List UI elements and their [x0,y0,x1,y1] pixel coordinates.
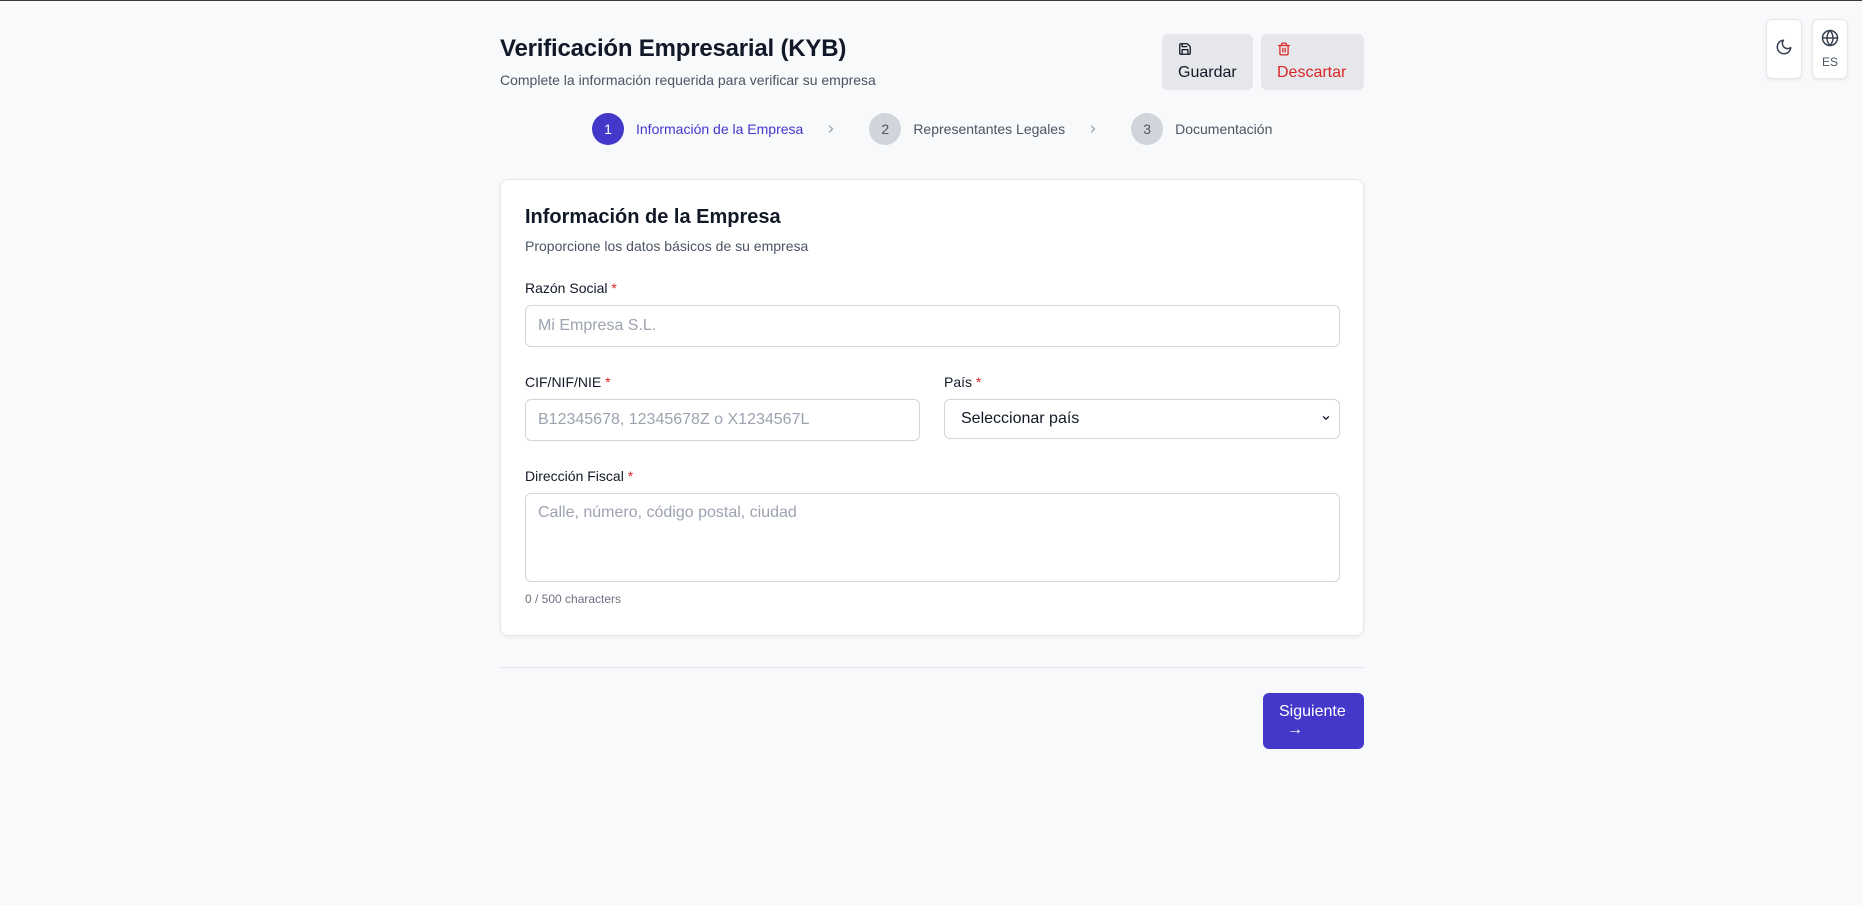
save-icon [1178,42,1192,64]
save-button[interactable]: Guardar [1162,34,1253,90]
moon-icon [1775,38,1793,61]
country-field: País * Seleccionar país [944,374,1340,439]
language-code: ES [1821,55,1838,69]
country-selected-value: Seleccionar país [961,410,1080,427]
chevron-right-icon [1087,123,1099,135]
step-legal-representatives[interactable]: 2 Representantes Legales [869,113,1065,145]
company-info-card: Información de la Empresa Proporcione lo… [500,179,1364,636]
stepper: 1 Información de la Empresa 2 Representa… [592,113,1272,145]
theme-toggle-button[interactable] [1766,19,1802,79]
header-actions: Guardar Descartar [1162,34,1364,90]
country-label: País * [944,374,982,390]
discard-button-label: Descartar [1277,63,1347,81]
tax-id-label: CIF/NIF/NIE * [525,374,611,390]
step-documentation[interactable]: 3 Documentación [1131,113,1272,145]
arrow-right-icon: → [1287,721,1303,738]
step-label: Documentación [1175,121,1273,137]
company-name-label: Razón Social * [525,280,617,296]
tax-id-field: CIF/NIF/NIE * [525,374,920,441]
globe-icon [1821,29,1839,52]
next-button-label: Siguiente [1279,703,1346,720]
chevron-down-icon [1321,410,1330,428]
step-label: Información de la Empresa [636,121,804,137]
next-button[interactable]: Siguiente → [1263,693,1364,749]
address-textarea[interactable] [525,493,1340,582]
save-button-label: Guardar [1178,63,1237,81]
step-number: 1 [592,113,624,145]
step-company-info[interactable]: 1 Información de la Empresa [592,113,803,145]
language-button[interactable]: ES [1812,19,1848,79]
tax-id-input[interactable] [525,399,920,441]
company-name-field: Razón Social * [525,280,1340,347]
card-subtitle: Proporcione los datos básicos de su empr… [525,238,809,254]
address-label: Dirección Fiscal * [525,468,634,484]
character-counter: 0 / 500 characters [525,592,622,606]
footer-divider [500,667,1364,668]
step-number: 3 [1131,113,1164,145]
step-label: Representantes Legales [913,121,1066,137]
country-select[interactable]: Seleccionar país [944,399,1340,439]
step-number: 2 [869,113,902,145]
chevron-right-icon [825,123,837,135]
company-name-input[interactable] [525,305,1340,347]
discard-button[interactable]: Descartar [1261,34,1364,90]
trash-icon [1277,42,1291,64]
address-field: Dirección Fiscal * 0 / 500 characters [525,468,1340,606]
page-header: Verificación Empresarial (KYB) Complete … [500,34,1364,95]
card-title: Información de la Empresa [525,206,781,228]
